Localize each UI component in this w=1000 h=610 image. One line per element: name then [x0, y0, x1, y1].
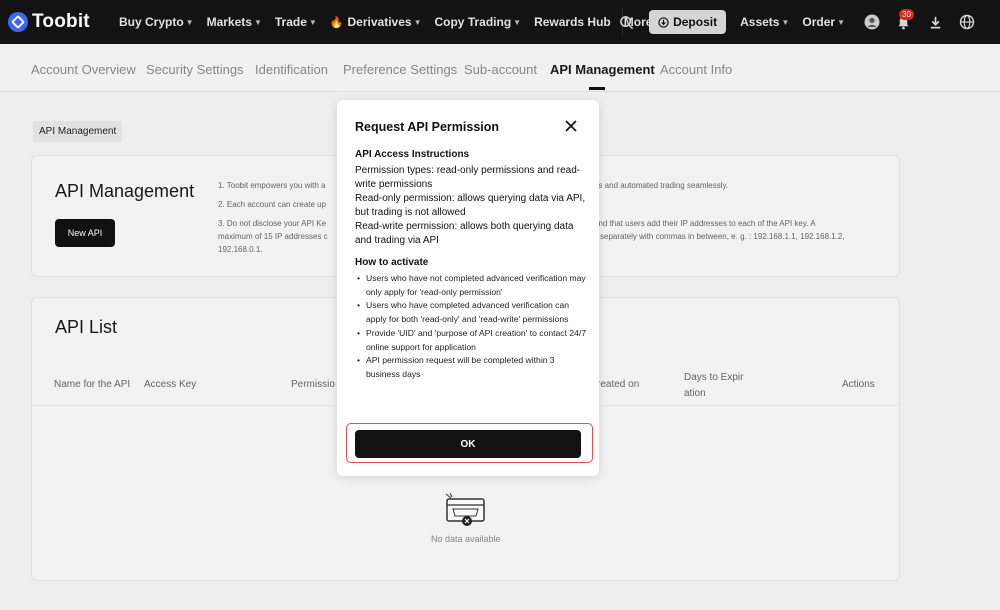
close-icon[interactable] — [564, 119, 578, 133]
instruction-text: Permission types: read-only permissions … — [355, 165, 581, 190]
list-item: Provide 'UID' and 'purpose of API creati… — [355, 327, 587, 354]
activation-steps: Users who have not completed advanced ve… — [355, 272, 587, 382]
activate-heading: How to activate — [355, 257, 429, 268]
ok-button[interactable]: OK — [355, 430, 581, 458]
list-item: Users who have completed advanced verifi… — [355, 299, 587, 326]
instruction-text: Read-only permission: allows querying da… — [355, 193, 586, 218]
list-item: API permission request will be completed… — [355, 354, 587, 381]
dialog-title: Request API Permission — [355, 120, 500, 134]
instruction-text: Read-write permission: allows both query… — [355, 221, 574, 246]
instructions-heading: API Access Instructions — [355, 149, 470, 160]
list-item: Users who have not completed advanced ve… — [355, 272, 587, 299]
dialog-body: API Access Instructions Permission types… — [355, 148, 587, 382]
request-api-permission-dialog: Request API Permission API Access Instru… — [337, 100, 599, 476]
ok-button-highlight: OK — [346, 423, 593, 463]
